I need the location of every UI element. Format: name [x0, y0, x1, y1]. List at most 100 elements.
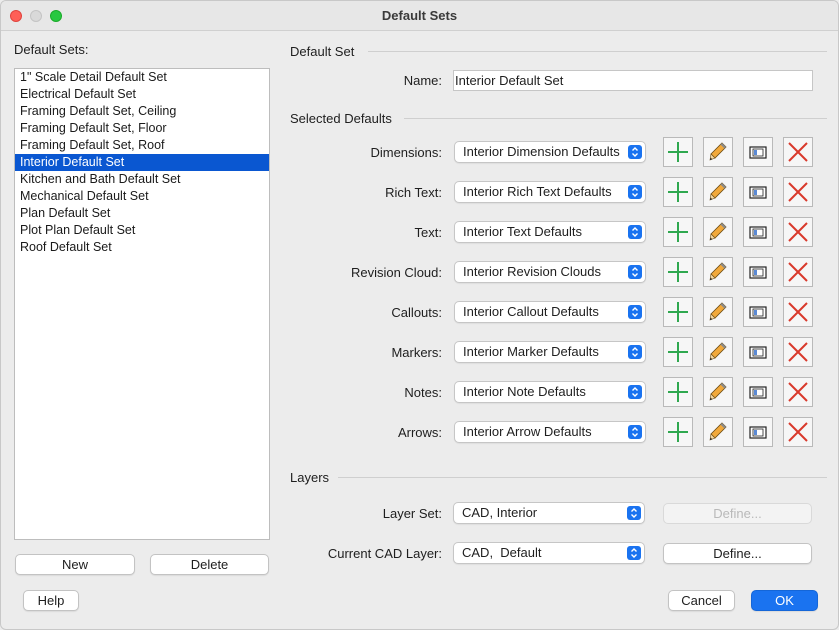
list-item[interactable]: Framing Default Set, Roof — [15, 137, 269, 154]
copy-icon — [747, 421, 769, 443]
default-sets-dialog: Default Sets Default Sets: 1" Scale Deta… — [0, 0, 839, 630]
callouts-value: Interior Callout Defaults — [463, 304, 599, 319]
dimensions-label: Dimensions: — [370, 145, 442, 160]
delete-x-icon — [787, 221, 809, 243]
markers-delete-button[interactable] — [783, 337, 813, 367]
list-item[interactable]: Mechanical Default Set — [15, 188, 269, 205]
rich-text-select[interactable]: Interior Rich Text Defaults — [454, 181, 646, 203]
layer-set-define-button[interactable]: Define... — [663, 503, 812, 524]
rich-text-edit-button[interactable] — [703, 177, 733, 207]
dimensions-delete-button[interactable] — [783, 137, 813, 167]
revision-cloud-copy-button[interactable] — [743, 257, 773, 287]
notes-edit-button[interactable] — [703, 377, 733, 407]
delete-x-icon — [787, 341, 809, 363]
rich-text-copy-button[interactable] — [743, 177, 773, 207]
plus-icon — [667, 141, 689, 163]
stepper-icon — [628, 225, 642, 239]
callouts-add-button[interactable] — [663, 297, 693, 327]
arrows-value: Interior Arrow Defaults — [463, 424, 592, 439]
revision-cloud-select[interactable]: Interior Revision Clouds — [454, 261, 646, 283]
new-button[interactable]: New — [15, 554, 135, 575]
stepper-icon — [627, 546, 641, 560]
copy-icon — [747, 301, 769, 323]
list-item[interactable]: Interior Default Set — [15, 154, 269, 171]
current-cad-layer-select[interactable]: CAD, Default — [453, 542, 645, 564]
callouts-edit-button[interactable] — [703, 297, 733, 327]
markers-edit-button[interactable] — [703, 337, 733, 367]
arrows-delete-button[interactable] — [783, 417, 813, 447]
plus-icon — [667, 341, 689, 363]
dimensions-select[interactable]: Interior Dimension Defaults — [454, 141, 646, 163]
list-item[interactable]: Framing Default Set, Ceiling — [15, 103, 269, 120]
layer-set-select[interactable]: CAD, Interior — [453, 502, 645, 524]
title-bar: Default Sets — [1, 1, 838, 31]
rich-text-delete-button[interactable] — [783, 177, 813, 207]
markers-copy-button[interactable] — [743, 337, 773, 367]
list-item[interactable]: Plot Plan Default Set — [15, 222, 269, 239]
list-item[interactable]: Framing Default Set, Floor — [15, 120, 269, 137]
plus-icon — [667, 221, 689, 243]
revision-cloud-add-button[interactable] — [663, 257, 693, 287]
text-add-button[interactable] — [663, 217, 693, 247]
current-cad-define-button[interactable]: Define... — [663, 543, 812, 564]
cancel-button[interactable]: Cancel — [668, 590, 735, 611]
text-value: Interior Text Defaults — [463, 224, 582, 239]
dimensions-add-button[interactable] — [663, 137, 693, 167]
delete-x-icon — [787, 421, 809, 443]
stepper-icon — [628, 385, 642, 399]
arrows-select[interactable]: Interior Arrow Defaults — [454, 421, 646, 443]
markers-label: Markers: — [391, 345, 442, 360]
delete-x-icon — [787, 181, 809, 203]
delete-button[interactable]: Delete — [150, 554, 269, 575]
ok-button[interactable]: OK — [751, 590, 818, 611]
markers-select[interactable]: Interior Marker Defaults — [454, 341, 646, 363]
notes-copy-button[interactable] — [743, 377, 773, 407]
text-select[interactable]: Interior Text Defaults — [454, 221, 646, 243]
revision-cloud-delete-button[interactable] — [783, 257, 813, 287]
list-item[interactable]: Kitchen and Bath Default Set — [15, 171, 269, 188]
list-item[interactable]: Plan Default Set — [15, 205, 269, 222]
name-input[interactable]: Interior Default Set — [453, 70, 813, 91]
default-sets-list[interactable]: 1" Scale Detail Default Set Electrical De… — [14, 68, 270, 540]
arrows-copy-button[interactable] — [743, 417, 773, 447]
callouts-copy-button[interactable] — [743, 297, 773, 327]
plus-icon — [667, 421, 689, 443]
help-button[interactable]: Help — [23, 590, 79, 611]
notes-select[interactable]: Interior Note Defaults — [454, 381, 646, 403]
arrows-edit-button[interactable] — [703, 417, 733, 447]
text-delete-button[interactable] — [783, 217, 813, 247]
stepper-icon — [628, 145, 642, 159]
callouts-delete-button[interactable] — [783, 297, 813, 327]
plus-icon — [667, 261, 689, 283]
arrows-label: Arrows: — [397, 425, 442, 440]
revision-cloud-label: Revision Cloud: — [350, 265, 442, 280]
list-item[interactable]: Roof Default Set — [15, 239, 269, 256]
copy-icon — [747, 181, 769, 203]
notes-add-button[interactable] — [663, 377, 693, 407]
copy-icon — [747, 381, 769, 403]
rich-text-add-button[interactable] — [663, 177, 693, 207]
pencil-icon — [707, 301, 729, 323]
markers-add-button[interactable] — [663, 337, 693, 367]
text-edit-button[interactable] — [703, 217, 733, 247]
list-item[interactable]: 1" Scale Detail Default Set — [15, 69, 269, 86]
callouts-select[interactable]: Interior Callout Defaults — [454, 301, 646, 323]
notes-delete-button[interactable] — [783, 377, 813, 407]
default-sets-label: Default Sets: — [14, 42, 89, 57]
markers-value: Interior Marker Defaults — [463, 344, 599, 359]
dimensions-copy-button[interactable] — [743, 137, 773, 167]
list-item[interactable]: Electrical Default Set — [15, 86, 269, 103]
default-set-divider — [368, 51, 827, 52]
pencil-icon — [707, 181, 729, 203]
text-label: Text: — [414, 225, 442, 240]
text-copy-button[interactable] — [743, 217, 773, 247]
stepper-icon — [628, 305, 642, 319]
window-title: Default Sets — [381, 8, 458, 23]
current-cad-layer-value: CAD, Default — [462, 545, 542, 560]
delete-x-icon — [787, 301, 809, 323]
dimensions-edit-button[interactable] — [703, 137, 733, 167]
arrows-add-button[interactable] — [663, 417, 693, 447]
revision-cloud-edit-button[interactable] — [703, 257, 733, 287]
copy-icon — [747, 261, 769, 283]
current-cad-layer-label: Current CAD Layer: — [327, 546, 442, 561]
